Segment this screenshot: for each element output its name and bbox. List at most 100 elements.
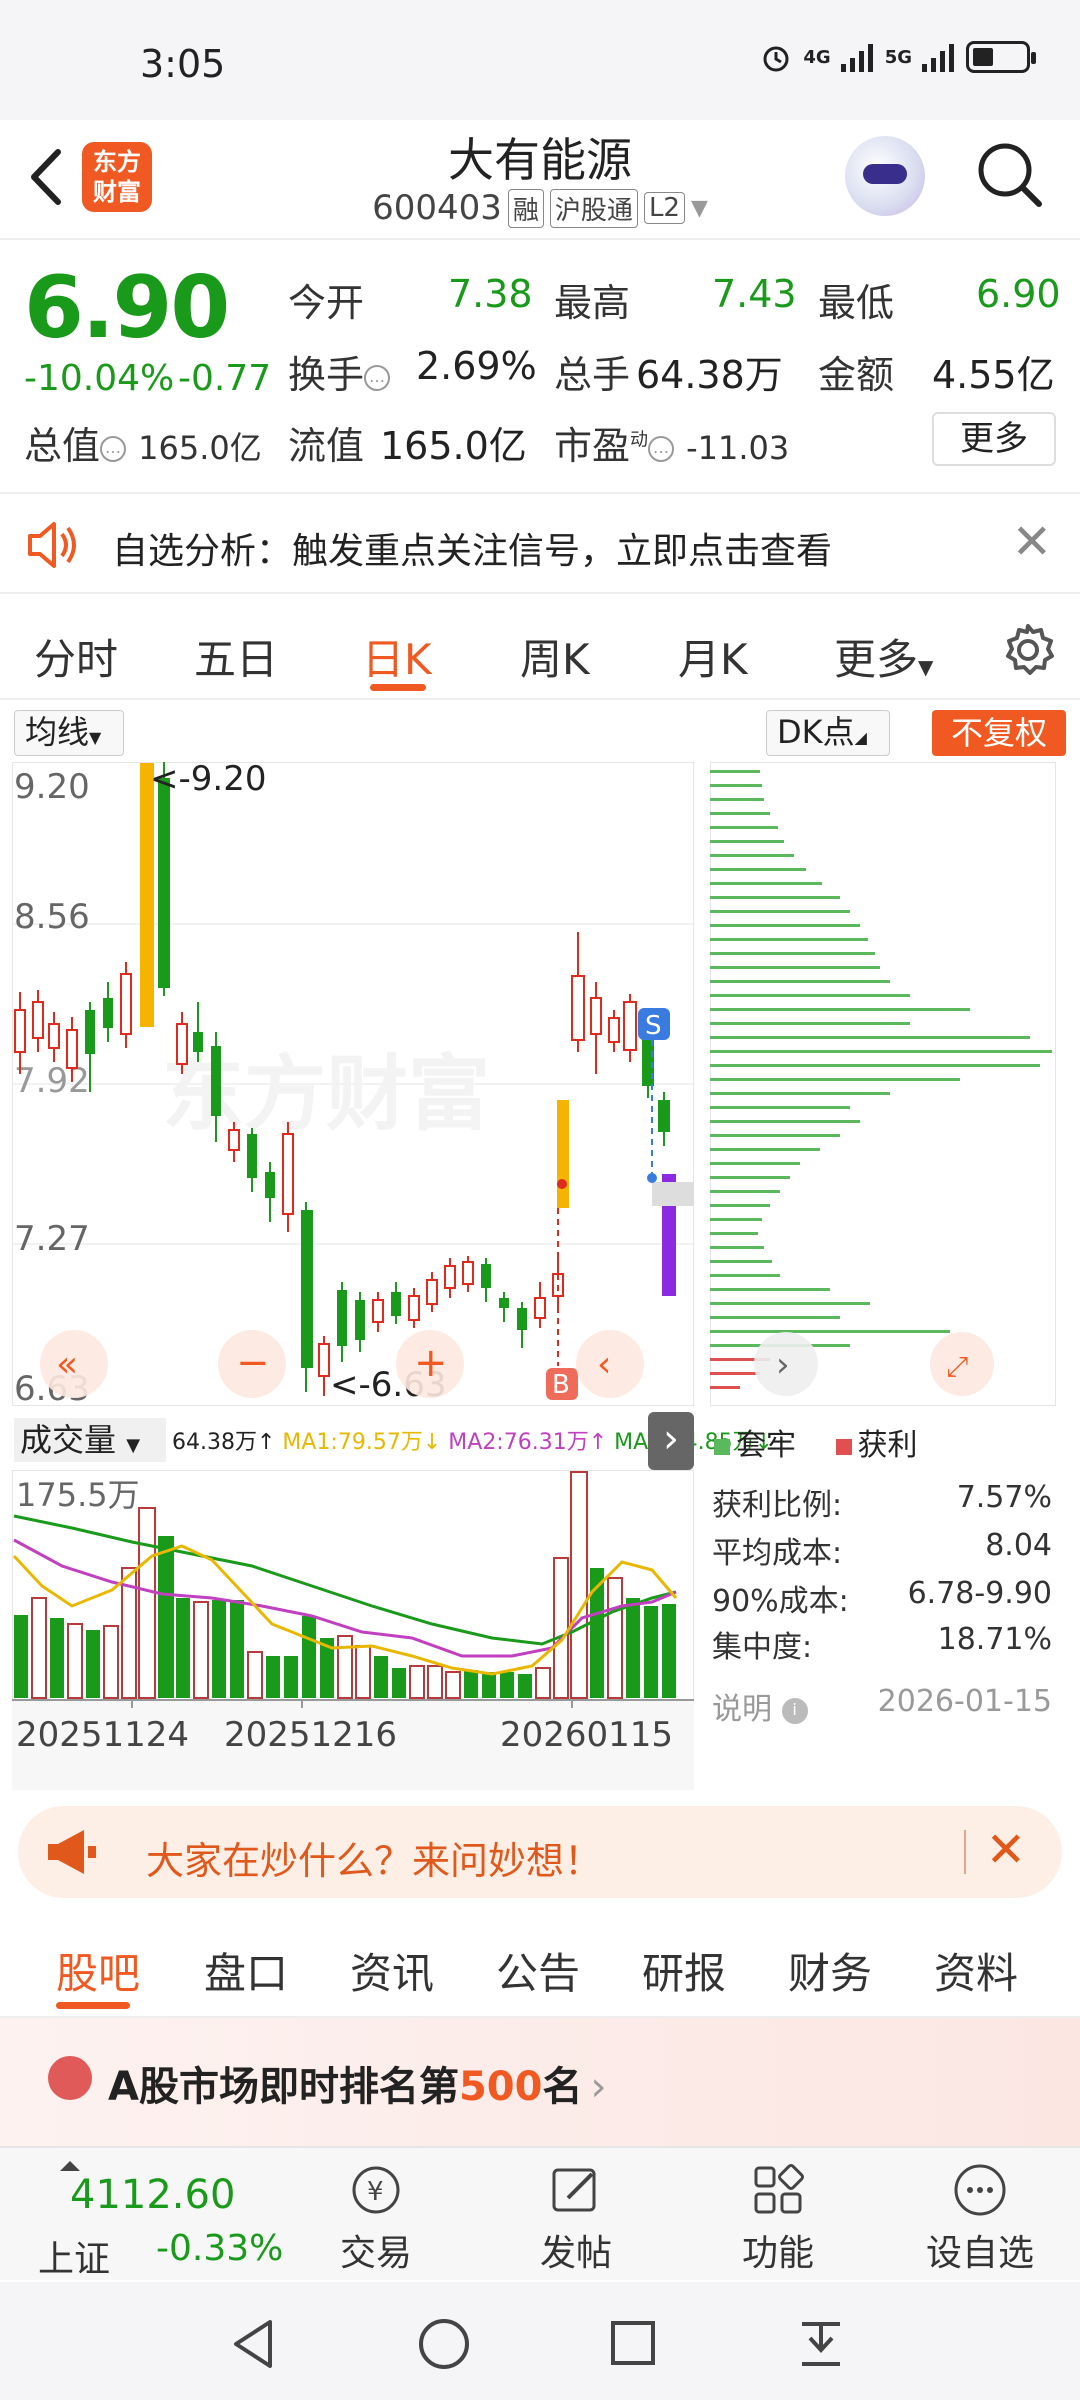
close-icon[interactable]: ✕ [1012,514,1052,570]
nav-dropdown-icon[interactable] [796,2316,846,2372]
avg-cost-value: 8.04 [985,1528,1052,1563]
jump-start-icon[interactable]: « [56,1344,78,1385]
tab-profile[interactable]: 资料 [934,1940,1018,2001]
cost90-label: 90%成本: [712,1584,849,1619]
concentration-label: 集中度: [712,1630,813,1665]
y-label: 9.20 [14,767,90,807]
profit-ratio-value: 7.57% [956,1480,1052,1515]
chip-legend: 套牢 获利 [714,1420,918,1464]
zoom-in-icon[interactable]: + [414,1340,448,1386]
tab-monthly-k[interactable]: 月K [678,626,748,687]
tab-research[interactable]: 研报 [642,1940,726,2001]
mktcap-row[interactable]: 总值… 165.0亿 [24,415,262,470]
pe-row[interactable]: 市盈动… -11.03 [554,415,789,470]
search-icon[interactable] [975,140,1045,210]
nav-trade[interactable]: ¥ 交易 [306,2162,446,2276]
mktcap-value: 165.0亿 [138,429,262,467]
x-label: 20251216 [224,1715,397,1755]
nav-features[interactable]: 功能 [708,2162,848,2276]
status-icons: 4G 5G [759,40,1036,74]
battery-icon [966,41,1036,73]
zoom-out-icon[interactable]: − [236,1340,270,1386]
tab-announcements[interactable]: 公告 [496,1940,580,2001]
nav-home-icon[interactable] [416,2316,472,2372]
tab-five-day[interactable]: 五日 [194,626,278,687]
connect-tag: 沪股通 [549,188,638,228]
gear-icon[interactable] [998,620,1058,680]
current-price: 6.90 [24,258,230,358]
speaker-icon [26,520,82,570]
tab-news[interactable]: 资讯 [350,1940,434,2001]
tab-indicator [370,684,426,691]
profit-swatch [835,1438,852,1455]
buy-signal: B [552,1370,570,1400]
robot-assistant-icon[interactable] [845,136,925,216]
kline-chart[interactable]: 东方财富 9.20 8.56 7.92 7.27 6.63 [12,762,694,1406]
ma-select-label: 均线 [25,713,90,751]
rank-banner[interactable]: A股市场即时排名第500名 › [0,2018,1080,2148]
rank-prefix: A股市场即时排名第 [108,2064,459,2110]
prev-icon[interactable]: ‹ [597,1344,611,1385]
index-value[interactable]: 4112.60 [70,2172,235,2218]
stock-code: 600403 [372,188,502,228]
tab-daily-k[interactable]: 日K [362,626,432,687]
chevron-right-icon[interactable]: › [648,1412,694,1470]
concentration-value: 18.71% [937,1622,1052,1657]
ma-select[interactable]: 均线▼ [14,710,124,756]
signal-5g-icon: 5G [884,46,912,68]
tab-orderbook[interactable]: 盘口 [204,1940,288,2001]
amount-value: 4.55亿 [932,353,1055,397]
close-icon[interactable]: ✕ [986,1822,1026,1878]
tab-weekly-k[interactable]: 周K [520,626,590,687]
x-label: 20251124 [16,1715,189,1755]
ma2-value: MA2:76.31万↑ [448,1430,608,1455]
more-button[interactable]: 更多 [932,412,1056,466]
alert-banner[interactable]: 自选分析：触发重点关注信号，立即点击查看 ✕ [0,492,1080,594]
expand-icon[interactable]: ⤢ [946,1350,968,1383]
y-label: 7.27 [14,1219,90,1259]
open-value: 7.38 [448,272,533,316]
info-icon: … [648,435,675,462]
chart-tabs: 分时 五日 日K 周K 月K 更多▼ [0,596,1080,700]
signal-bars-icon [922,44,954,72]
nav-add-watchlist[interactable]: 设自选 [910,2162,1050,2276]
profit-ratio-label: 获利比例: [712,1488,843,1523]
vol-value: 64.38万↑ [172,1430,276,1455]
next-icon[interactable]: › [776,1345,790,1385]
caret-up-icon [60,2156,80,2171]
dropdown-triangle-icon: ▼ [690,195,708,221]
avg-cost-label: 平均成本: [712,1536,843,1571]
ask-banner[interactable]: 大家在炒什么？来问妙想！ ✕ [18,1806,1062,1898]
bottom-bar: 4112.60 上证 -0.33% ¥ 交易 发帖 功能 设自选 [0,2146,1080,2280]
cost90-row: 90%成本: 6.78-9.90 [712,1576,1052,1620]
nav-back-icon[interactable] [228,2316,278,2372]
rank-suffix: 名 [542,2064,583,2110]
pe-label: 市盈 [554,424,631,468]
explain-row[interactable]: 说明 i 2026-01-15 [712,1684,1052,1728]
chip-distribution[interactable]: › ⤢ [710,762,1056,1406]
divider [964,1830,966,1874]
float-value: 165.0亿 [380,424,527,468]
volume-select-label: 成交量 [20,1421,117,1459]
tab-more[interactable]: 更多▼ [834,626,933,687]
volume-indicator-select[interactable]: 成交量 ▼ [14,1418,166,1462]
signal-4g-icon: 4G [803,46,831,68]
volume-chart[interactable]: 175.5万 20251124 20251216 20260115 [12,1470,694,1790]
nav-features-label: 功能 [741,2233,814,2274]
tab-forum[interactable]: 股吧 [56,1940,140,2001]
nav-recents-icon[interactable] [608,2318,658,2368]
tab-intraday[interactable]: 分时 [34,626,118,687]
dk-select[interactable]: DK点◢ [766,710,890,756]
chevron-right-icon: › [590,2064,607,2110]
nav-post[interactable]: 发帖 [506,2162,646,2276]
dk-select-label: DK点 [777,713,855,751]
rank-text: A股市场即时排名第500名 › [108,2054,606,2112]
vol-y-label: 175.5万 [16,1476,140,1514]
y-label: 7.92 [14,1061,90,1101]
cost90-value: 6.78-9.90 [907,1576,1052,1611]
avg-cost-row: 平均成本: 8.04 [712,1528,1052,1572]
info-icon: … [364,364,391,391]
no-adjust-button[interactable]: 不复权 [932,710,1066,756]
tab-finance[interactable]: 财务 [788,1940,872,2001]
turnover-label[interactable]: 换手… [288,344,391,399]
